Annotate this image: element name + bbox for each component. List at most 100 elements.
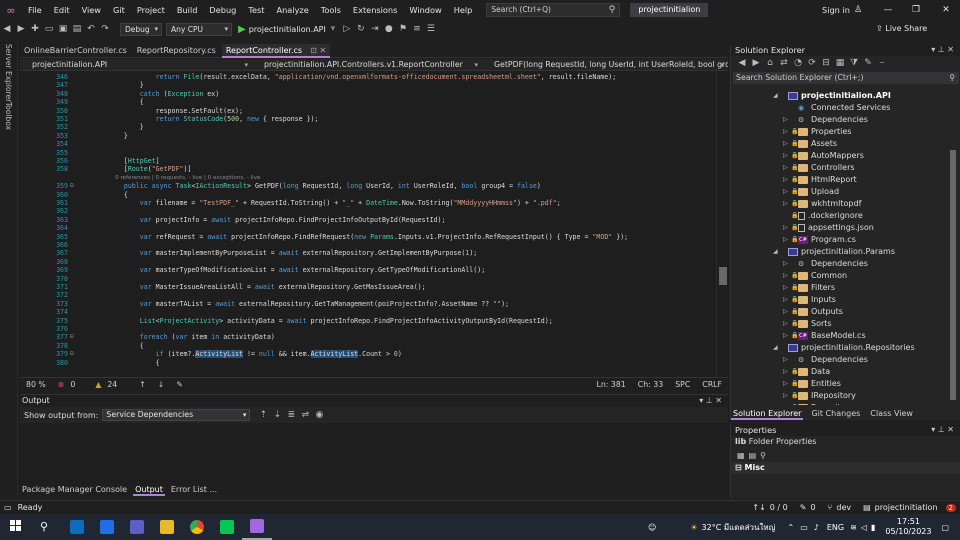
notification-badge[interactable]: 2 — [945, 503, 956, 512]
tree-item[interactable]: ▷ 🔒 C# BaseModel.cs — [783, 330, 866, 342]
code-line[interactable]: 354 — [20, 140, 716, 148]
collapsed-arrow-icon[interactable]: ▷ — [783, 330, 791, 342]
collapsed-arrow-icon[interactable]: ▷ — [783, 114, 791, 126]
expanded-arrow-icon[interactable]: ◢ — [773, 90, 781, 102]
collapsed-arrow-icon[interactable]: ▷ — [783, 378, 791, 390]
tree-item[interactable]: ▷ 🔒 Sorts — [783, 318, 832, 330]
code-line[interactable]: 356 [HttpGet] — [20, 157, 716, 165]
code-line[interactable]: 361 var filename = "TestPDF_" + RequestI… — [20, 199, 716, 207]
collapsed-arrow-icon[interactable]: ▷ — [783, 402, 791, 405]
project-nav-dropdown[interactable]: projectinitialion.API ▾ — [20, 59, 252, 71]
tree-item[interactable]: ▷ ⚙ Dependencies — [783, 258, 868, 270]
pin-icon[interactable]: ⊥ — [706, 396, 713, 405]
taskbar-explorer[interactable] — [152, 514, 182, 540]
sync-icon[interactable]: ⟳ — [805, 58, 819, 68]
tree-scrollbar[interactable] — [947, 90, 959, 405]
code-line[interactable]: 378 { — [20, 342, 716, 350]
tree-item[interactable]: ▷ 🔒 Common — [783, 270, 847, 282]
code-line[interactable]: 360 { — [20, 191, 716, 199]
collapsed-arrow-icon[interactable]: ▷ — [783, 162, 791, 174]
properties-misc-section[interactable]: ⊟ Misc — [731, 462, 960, 474]
prev-issue-icon[interactable]: ↑ — [133, 380, 152, 389]
battery-icon[interactable]: ▮ — [871, 523, 875, 532]
pin-icon[interactable]: ⊥ — [938, 425, 945, 434]
tree-item[interactable]: ▷🔒 Repository — [783, 402, 854, 405]
collapsed-arrow-icon[interactable]: ▷ — [783, 390, 791, 402]
run-icon[interactable]: ▶ — [238, 24, 246, 35]
scrollbar-thumb[interactable] — [719, 267, 727, 285]
code-line[interactable]: 374 — [20, 308, 716, 316]
tree-item[interactable]: ▷ 🔒 C# Program.cs — [783, 234, 856, 246]
wifi-icon[interactable]: ≋ — [850, 523, 857, 532]
fold-icon[interactable]: ⊟ — [70, 182, 74, 190]
close-icon[interactable]: ✕ — [947, 425, 954, 434]
weather-text[interactable]: 32°C มีแดดส่วนใหญ่ — [702, 521, 776, 534]
pin-icon[interactable]: ⊥ — [938, 45, 945, 54]
code-line[interactable]: 359 public async Task<IActionResult> Get… — [20, 182, 716, 190]
document-tab[interactable]: OnlineBarrierController.cs — [20, 44, 131, 58]
tree-item[interactable]: ▷ 🔒 Inputs — [783, 294, 836, 306]
undo-icon[interactable]: ↶ — [84, 24, 98, 34]
alphabetical-icon[interactable]: ▤ — [749, 451, 757, 460]
tree-item[interactable]: ▷ 🔒 Assets — [783, 138, 837, 150]
code-line[interactable]: 380 { — [20, 359, 716, 367]
code-line[interactable]: 373 var masterTAList = await externalRep… — [20, 300, 716, 308]
bottom-tab[interactable]: Output — [133, 484, 165, 496]
code-line[interactable]: 377 foreach (var item in activityData) ⊟ — [20, 333, 716, 341]
document-tab[interactable]: ReportRepository.cs — [133, 44, 220, 58]
code-line[interactable]: 0 references | 0 requests, - live | 0 ex… — [20, 174, 716, 182]
code-line[interactable]: 349 { — [20, 98, 716, 106]
close-button[interactable]: ✕ — [934, 0, 958, 20]
tree-item[interactable]: ▷ 🔒 HtmlReport — [783, 174, 857, 186]
taskbar-start[interactable] — [2, 514, 32, 540]
code-line[interactable]: 367 var masterImplementByPurposeList = a… — [20, 249, 716, 257]
line-counter-icon[interactable]: ↑↓ — [748, 503, 769, 512]
collapsed-arrow-icon[interactable]: ▷ — [783, 294, 791, 306]
taskbar-visual-studio[interactable] — [242, 514, 272, 540]
code-line[interactable]: 364 — [20, 224, 716, 232]
weather-icon[interactable]: ☀ — [690, 523, 697, 532]
notification-icon[interactable]: ▢ — [941, 523, 949, 532]
menu-file[interactable]: File — [22, 0, 48, 20]
repo-icon[interactable]: ▤ — [851, 503, 875, 512]
pending-changes-icon[interactable]: ◔ — [791, 58, 805, 68]
code-line[interactable]: 369 var masterTypeOfModificationList = a… — [20, 266, 716, 274]
live-share-button[interactable]: ⇪ Live Share — [876, 20, 927, 38]
tree-item[interactable]: ◢ projectinitialion.Params — [773, 246, 895, 258]
taskbar-maps[interactable] — [92, 514, 122, 540]
collapsed-arrow-icon[interactable]: ▷ — [783, 150, 791, 162]
people-icon[interactable]: ☺ — [648, 523, 656, 532]
collapsed-arrow-icon[interactable]: ▷ — [783, 186, 791, 198]
forward-icon[interactable]: ▶ — [749, 58, 763, 68]
tree-item[interactable]: ▷ 🔒 Controllers — [783, 162, 855, 174]
chevron-down-icon[interactable]: ▾ — [699, 396, 703, 405]
collapsed-arrow-icon[interactable]: ▷ — [783, 174, 791, 186]
clock[interactable]: 17:51 05/10/2023 — [885, 517, 931, 537]
code-line[interactable]: 371 var MasterIssueAreaListAll = await e… — [20, 283, 716, 291]
close-tab-icon[interactable]: ⊡ ✕ — [310, 46, 326, 55]
next-issue-icon[interactable]: ↓ — [152, 380, 171, 389]
show-all-files-icon[interactable]: ▦ — [833, 58, 847, 68]
tree-item[interactable]: ▷ 🔒 Upload — [783, 186, 839, 198]
word-wrap-icon[interactable]: ⇌ — [298, 410, 312, 420]
code-line[interactable]: 379 if (item?.ActivityList != null && it… — [20, 350, 716, 359]
collapsed-arrow-icon[interactable]: ▷ — [783, 306, 791, 318]
code-line[interactable]: 346 return File(result.excelData, "appli… — [20, 73, 716, 81]
back-icon[interactable]: ◀ — [735, 58, 749, 68]
solution-panel-tab[interactable]: Git Changes — [809, 408, 862, 420]
menu-extensions[interactable]: Extensions — [347, 0, 403, 20]
code-line[interactable]: 365 var refRequest = await projectInfoRe… — [20, 233, 716, 241]
minimize-button[interactable]: — — [876, 0, 900, 20]
collapsed-arrow-icon[interactable]: ▷ — [783, 366, 791, 378]
toolbox-tab[interactable]: Toolbox — [4, 102, 13, 130]
error-icon[interactable]: ⊗ — [52, 380, 71, 389]
close-icon[interactable]: ✕ — [715, 396, 722, 405]
run-target-button[interactable]: projectinitialion.API — [249, 25, 326, 34]
back-icon[interactable]: ◀ — [0, 24, 14, 34]
code-line[interactable]: 362 — [20, 207, 716, 215]
bottom-tab[interactable]: Package Manager Console — [20, 484, 129, 496]
platform-dropdown[interactable]: Any CPU ▾ — [166, 22, 232, 36]
menu-git[interactable]: Git — [107, 0, 131, 20]
solution-panel-tab[interactable]: Solution Explorer — [731, 408, 804, 420]
taskbar-line[interactable] — [212, 514, 242, 540]
